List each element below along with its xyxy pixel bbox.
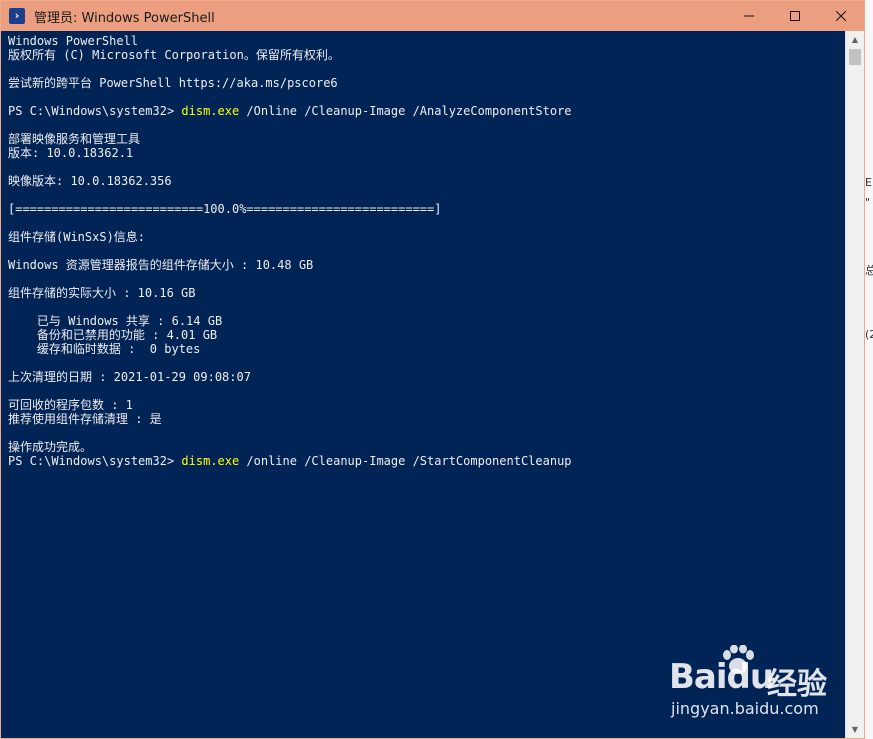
powershell-window[interactable]: › 管理员: Windows PowerShell Windows PowerS…: [0, 0, 865, 739]
console-line: [==========================100.0%=======…: [8, 202, 442, 216]
command-args: /Online /Cleanup-Image /AnalyzeComponent…: [239, 104, 572, 118]
watermark-url: jingyan.baidu.com: [671, 699, 819, 718]
close-button[interactable]: [818, 1, 864, 31]
close-icon: [836, 11, 846, 21]
vertical-scrollbar[interactable]: ▲ ▼: [845, 31, 864, 738]
powershell-icon: ›: [9, 8, 25, 24]
console-line: 版本: 10.0.18362.1: [8, 146, 134, 160]
maximize-icon: [790, 11, 800, 21]
scroll-thumb[interactable]: [849, 49, 861, 65]
console-line: 上次清理的日期 : 2021-01-29 09:08:07: [8, 370, 251, 384]
baidu-jingyan-watermark: Baidu 经验 jingyan.baidu.com: [669, 643, 834, 723]
console-line: 组件存储的实际大小 : 10.16 GB: [8, 286, 196, 300]
console-prompt-line: PS C:\Windows\system32> dism.exe /online…: [8, 454, 572, 468]
console-line: 版权所有 (C) Microsoft Corporation。保留所有权利。: [8, 48, 340, 62]
console-output[interactable]: Windows PowerShell 版权所有 (C) Microsoft Cor…: [1, 31, 846, 738]
console-line: 推荐使用组件存储清理 : 是: [8, 412, 162, 426]
maximize-button[interactable]: [772, 1, 818, 31]
console-line: Windows PowerShell: [8, 34, 139, 48]
title-bar[interactable]: › 管理员: Windows PowerShell: [1, 1, 864, 31]
prompt-text: PS C:\Windows\system32>: [8, 104, 182, 118]
desktop-glyph: (2: [865, 328, 873, 341]
desktop-glyph: 总: [865, 264, 873, 277]
desktop-background-right: E " 总 (2: [864, 0, 873, 739]
baidu-logo-part: Bai: [669, 657, 728, 697]
console-line: 可回收的程序包数 : 1: [8, 398, 133, 412]
console-line: 已与 Windows 共享 : 6.14 GB: [8, 314, 223, 328]
scroll-down-icon[interactable]: ▼: [846, 721, 864, 738]
console-line: 操作成功完成。: [8, 440, 93, 454]
window-controls: [726, 1, 864, 31]
console-line: 备份和已禁用的功能 : 4.01 GB: [8, 328, 218, 342]
minimize-button[interactable]: [726, 1, 772, 31]
window-title: 管理员: Windows PowerShell: [34, 10, 215, 26]
console-line: 部署映像服务和管理工具: [8, 132, 141, 146]
console-line: 缓存和临时数据 : 0 bytes: [8, 342, 201, 356]
console-prompt-line: PS C:\Windows\system32> dism.exe /Online…: [8, 104, 572, 118]
desktop-glyph: ": [865, 196, 871, 209]
jingyan-text: 经验: [767, 667, 827, 702]
desktop-glyph: E: [865, 176, 872, 189]
scroll-up-icon[interactable]: ▲: [846, 31, 864, 48]
command-args: /online /Cleanup-Image /StartComponentCl…: [239, 454, 572, 468]
console-line: 组件存储(WinSxS)信息:: [8, 230, 146, 244]
command-name: dism.exe: [181, 454, 240, 468]
console-line: 映像版本: 10.0.18362.356: [8, 174, 172, 188]
console-line: Windows 资源管理器报告的组件存储大小 : 10.48 GB: [8, 258, 314, 272]
minimize-icon: [744, 15, 754, 17]
command-name: dism.exe: [181, 104, 240, 118]
prompt-text: PS C:\Windows\system32>: [8, 454, 182, 468]
console-line: 尝试新的跨平台 PowerShell https://aka.ms/pscore…: [8, 76, 338, 90]
baidu-logo-text: Baidu: [669, 657, 774, 697]
